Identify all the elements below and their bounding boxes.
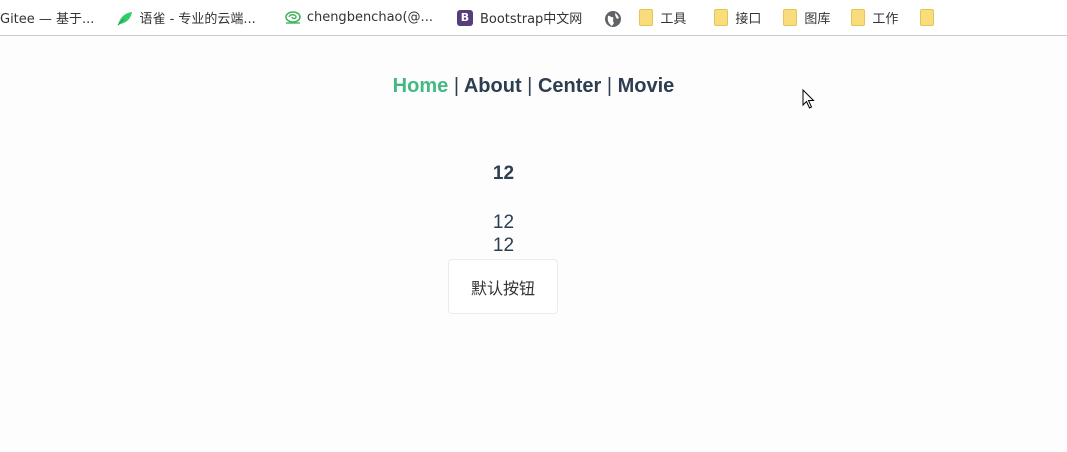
bookmark-label: 语雀 - 专业的云端... <box>139 12 256 27</box>
yuque-leaf-icon <box>116 10 133 26</box>
main-nav: Home | About | Center | Movie <box>0 75 1067 98</box>
bookmark-label: 工作 <box>872 12 899 27</box>
bookmark-chengbenchao[interactable]: chengbenchao(@... <box>284 5 433 31</box>
count-heading: 12 <box>492 163 515 184</box>
bookmark-yuque[interactable]: 语雀 - 专业的云端... <box>116 5 256 31</box>
bookmark-globe[interactable] <box>604 5 627 31</box>
bookmark-folder-api[interactable]: 接口 <box>714 5 761 31</box>
bookmark-label: 工具 <box>660 12 687 27</box>
count-text-1: 12 <box>492 212 515 233</box>
folder-icon <box>783 9 798 26</box>
bookmark-label: 图库 <box>804 12 831 27</box>
folder-icon <box>920 9 935 26</box>
bookmark-gitee[interactable]: Gitee — 基于... <box>0 5 94 31</box>
bookmark-label: 接口 <box>735 12 762 27</box>
bookmark-label: Gitee — 基于... <box>0 12 95 27</box>
nav-separator: | <box>453 75 460 97</box>
bookmark-folder-gallery[interactable]: 图库 <box>783 5 830 31</box>
folder-icon <box>851 9 866 26</box>
cloud-swirl-icon <box>284 10 301 26</box>
nav-separator: | <box>606 75 613 97</box>
globe-icon <box>604 10 622 27</box>
nav-link-about[interactable]: About <box>464 75 522 97</box>
bookmark-bootstrap[interactable]: B Bootstrap中文网 <box>456 5 583 31</box>
nav-link-center[interactable]: Center <box>538 75 601 97</box>
mouse-cursor-icon <box>802 88 816 111</box>
folder-icon <box>714 9 729 26</box>
bookmark-folder-tools[interactable]: 工具 <box>639 5 686 31</box>
bookmarks-bar: Gitee — 基于... 语雀 - 专业的云端... chengbenchao… <box>0 0 1067 36</box>
bookmark-label: Bootstrap中文网 <box>479 12 583 27</box>
nav-separator: | <box>527 75 533 97</box>
folder-icon <box>639 9 654 26</box>
bookmark-folder-work[interactable]: 工作 <box>851 5 898 31</box>
count-text-2: 12 <box>492 235 515 256</box>
bookmark-label: chengbenchao(@... <box>306 10 433 25</box>
default-button[interactable]: 默认按钮 <box>448 259 558 314</box>
bookmark-folder-more[interactable] <box>920 5 941 31</box>
nav-link-home[interactable]: Home <box>393 75 449 97</box>
nav-link-movie[interactable]: Movie <box>618 75 675 97</box>
bootstrap-icon: B <box>456 9 473 26</box>
